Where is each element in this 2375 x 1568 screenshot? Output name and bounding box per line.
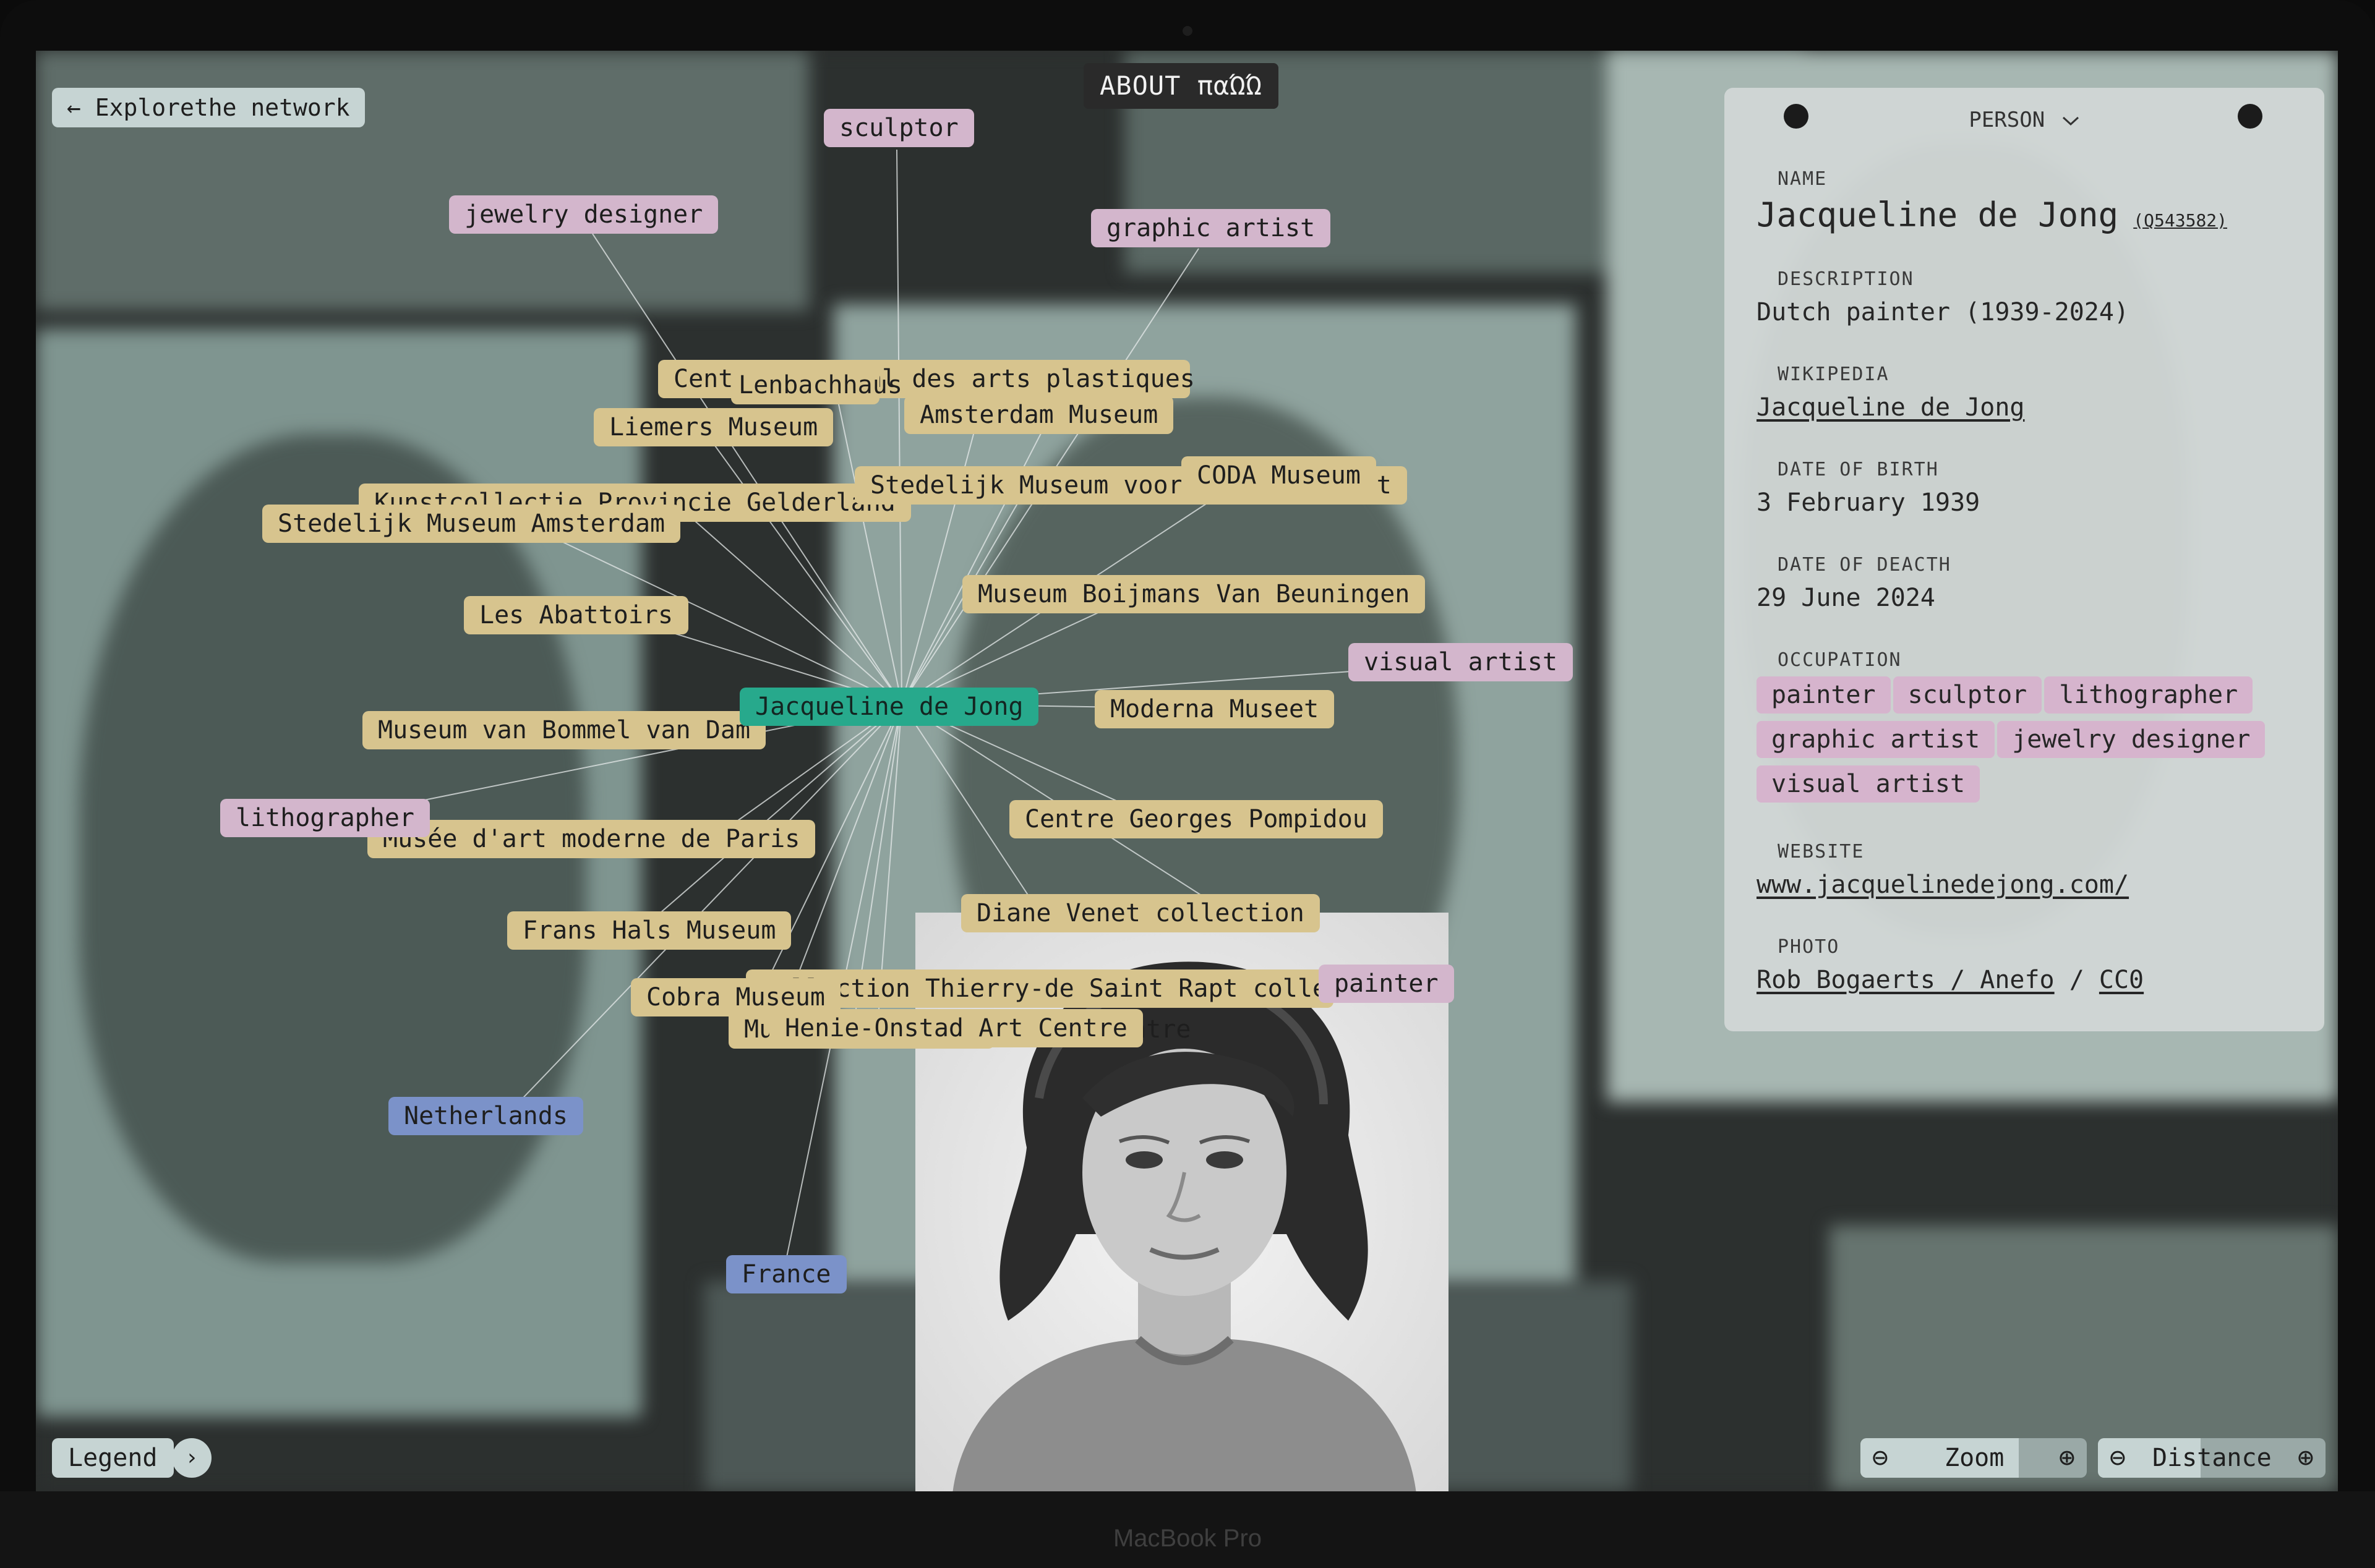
graph-node-country[interactable]: Netherlands xyxy=(388,1097,583,1135)
occupation-tag[interactable]: jewelry designer xyxy=(1997,721,2266,758)
graph-node-organization[interactable]: Les Abattoirs xyxy=(464,596,689,634)
graph-node-organization[interactable]: Museum Boijmans Van Beuningen xyxy=(962,575,1426,613)
graph-node-organization[interactable]: Diane Venet collection xyxy=(961,894,1320,932)
graph-node-organization[interactable]: Museum van Bommel van Dam xyxy=(362,711,766,749)
photo-author-link[interactable]: Rob Bogaerts / Anefo xyxy=(1757,966,2055,994)
about-button[interactable]: ABOUT παΏΏ xyxy=(1084,63,1278,109)
name-value: Jacqueline de Jong (Q543582) xyxy=(1757,195,2227,234)
chevron-down-icon xyxy=(2062,116,2079,126)
graph-node-organization[interactable]: CODA Museum xyxy=(1181,456,1376,495)
graph-node-occupation[interactable]: lithographer xyxy=(220,799,430,837)
occupation-tags: painter sculptor lithographer graphic artis… xyxy=(1757,676,2301,810)
website-label: WEBSITE xyxy=(1778,841,1865,863)
graph-node-organization[interactable]: Liemers Museum xyxy=(594,408,834,446)
wikipedia-link[interactable]: Jacqueline de Jong xyxy=(1757,393,2024,422)
screen: Centre national des arts plastiques Lenb… xyxy=(36,51,2338,1491)
distance-decrease-icon[interactable]: ⊖ xyxy=(2098,1438,2138,1478)
occupation-label: OCCUPATION xyxy=(1778,649,1902,671)
graph-node-organization[interactable]: Stedelijk Museum Amsterdam xyxy=(262,505,681,543)
distance-increase-icon[interactable]: ⊕ xyxy=(2286,1438,2326,1478)
photo-label: PHOTO xyxy=(1778,936,1840,958)
person-info-panel: PERSON NAME Jacqueline de Jong (Q543582)… xyxy=(1724,88,2324,1031)
entity-type-label: PERSON xyxy=(1969,108,2045,132)
person-name: Jacqueline de Jong xyxy=(1757,195,2119,234)
description-label: DESCRIPTION xyxy=(1778,268,1914,290)
occupation-tag[interactable]: lithographer xyxy=(2044,676,2253,714)
graph-node-occupation[interactable]: visual artist xyxy=(1348,643,1573,681)
photo-license-link[interactable]: CC0 xyxy=(2099,966,2144,994)
photo-credit-separator: / xyxy=(2054,966,2099,994)
date-of-birth-label: DATE OF BIRTH xyxy=(1778,459,1939,480)
explore-network-button[interactable]: ← Explorethe network xyxy=(52,88,365,127)
zoom-out-icon[interactable]: ⊖ xyxy=(1860,1438,1900,1478)
camera-icon xyxy=(1183,26,1192,36)
graph-node-occupation[interactable]: sculptor xyxy=(824,109,974,147)
zoom-in-icon[interactable]: ⊕ xyxy=(2047,1438,2087,1478)
wikipedia-label: WIKIPEDIA xyxy=(1778,364,1889,385)
graph-node-occupation[interactable]: jewelry designer xyxy=(449,195,719,234)
chevron-right-icon: › xyxy=(185,1445,199,1470)
description-value: Dutch painter (1939-2024) xyxy=(1757,298,2129,326)
occupation-tag[interactable]: sculptor xyxy=(1893,676,2042,714)
wikidata-id-link[interactable]: (Q543582) xyxy=(2133,210,2227,231)
graph-node-country[interactable]: France xyxy=(726,1255,847,1293)
date-of-death-label: DATE OF DEACTH xyxy=(1778,554,1951,576)
graph-node-occupation[interactable]: painter xyxy=(1319,965,1454,1003)
entity-type-dropdown[interactable]: PERSON xyxy=(1724,108,2324,132)
website-link[interactable]: www.jacquelinedejong.com/ xyxy=(1757,871,2129,899)
distance-control: ⊖ Distance ⊕ xyxy=(2098,1438,2326,1478)
occupation-tag[interactable]: graphic artist xyxy=(1757,721,1995,758)
name-label: NAME xyxy=(1778,168,1828,190)
graph-node-organization[interactable]: Centre Georges Pompidou xyxy=(1009,800,1383,838)
graph-node-organization[interactable]: Amsterdam Museum xyxy=(904,396,1174,434)
zoom-control: ⊖ Zoom ⊕ xyxy=(1860,1438,2087,1478)
device-model-label: MacBook Pro xyxy=(1113,1525,1262,1552)
graph-node-organization[interactable]: Frans Hals Museum xyxy=(507,911,792,950)
graph-node-occupation[interactable]: graphic artist xyxy=(1091,209,1331,247)
date-of-death-value: 29 June 2024 xyxy=(1757,584,1935,612)
zoom-label: Zoom xyxy=(1945,1444,2005,1472)
photo-credit: Rob Bogaerts / Anefo / CC0 xyxy=(1757,966,2144,994)
graph-node-organization[interactable]: Moderna Museet xyxy=(1095,690,1335,728)
graph-node-center[interactable]: Jacqueline de Jong xyxy=(740,688,1039,726)
graph-node-organization[interactable]: Musée d'art moderne de Paris xyxy=(367,820,816,858)
occupation-tag[interactable]: visual artist xyxy=(1757,765,1980,803)
date-of-birth-value: 3 February 1939 xyxy=(1757,488,1980,517)
graph-node-organization[interactable]: Henie-Onstad Art Centre xyxy=(769,1009,1143,1047)
graph-node-organization[interactable]: Lenbachhaus xyxy=(731,366,902,404)
occupation-tag[interactable]: painter xyxy=(1757,676,1891,714)
legend-button[interactable]: Legend xyxy=(52,1438,174,1478)
legend-expand-button[interactable]: › xyxy=(172,1438,212,1478)
distance-label: Distance xyxy=(2152,1444,2272,1472)
